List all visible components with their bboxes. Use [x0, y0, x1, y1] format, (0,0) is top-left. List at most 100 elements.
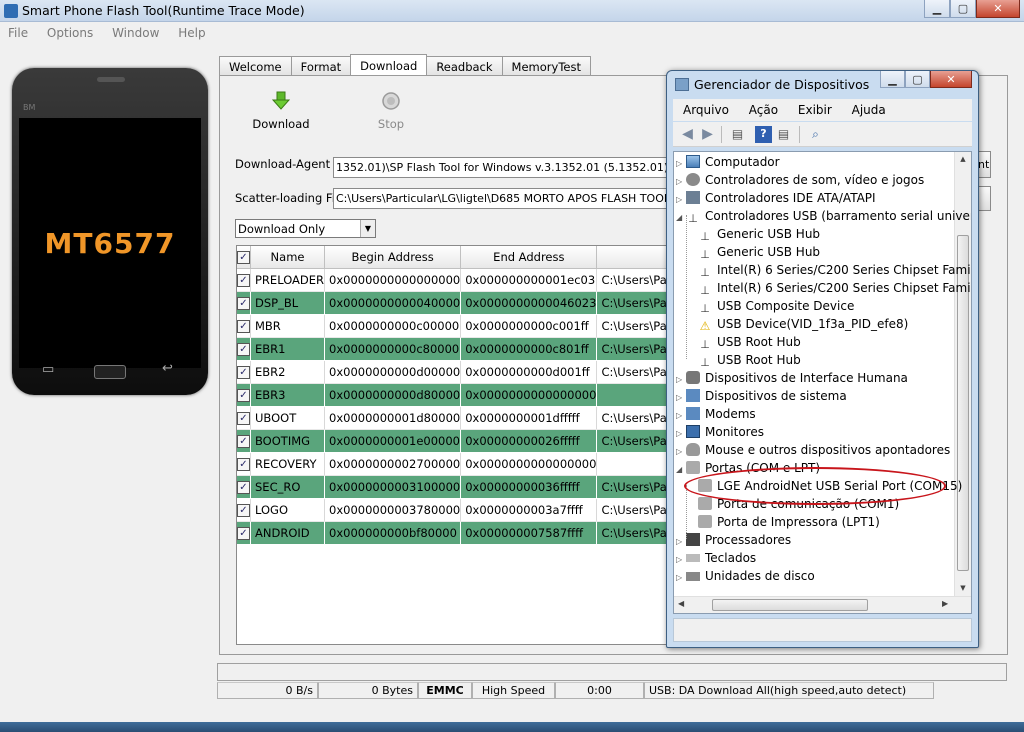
table-row[interactable]: ✓ DSP_BL 0x0000000000040000 0x0000000000046…	[237, 291, 675, 315]
device-tree-item[interactable]: ⊥ Generic USB Hub	[698, 225, 820, 243]
view-icon[interactable]: ▤	[775, 126, 792, 143]
scroll-up-icon[interactable]: ▲	[955, 155, 971, 163]
device-tree-item[interactable]: ▷ Mouse e outros dispositivos apontadores	[676, 441, 950, 459]
file-location[interactable]: C:\Users\Particular	[596, 314, 675, 338]
download-mode-select[interactable]: Download Only ▼	[235, 219, 376, 238]
row-checkbox[interactable]: ✓	[237, 268, 251, 292]
row-checkbox[interactable]: ✓	[237, 406, 251, 430]
menu-help[interactable]: Help	[170, 23, 212, 40]
table-row[interactable]: ✓ UBOOT 0x0000000001d80000 0x0000000001dfff…	[237, 406, 675, 430]
device-tree-item[interactable]: ⊥ USB Root Hub	[698, 333, 801, 351]
file-location[interactable]: C:\Users\Particular	[596, 360, 675, 384]
scroll-left-icon[interactable]: ◀	[678, 599, 684, 608]
table-row[interactable]: ✓ EBR1 0x0000000000c80000 0x0000000000c801f…	[237, 337, 675, 361]
maximize-button[interactable]: ▢	[950, 0, 976, 18]
menu-window[interactable]: Window	[104, 23, 166, 40]
dm-menu-acao[interactable]: Ação	[739, 99, 784, 117]
device-tree-item[interactable]: ▷ Modems	[676, 405, 756, 423]
stop-button[interactable]: Stop	[368, 91, 414, 131]
menu-file[interactable]: File	[0, 23, 35, 40]
device-tree-item[interactable]: ▷ Monitores	[676, 423, 764, 441]
device-tree-item[interactable]: ▷ Controladores de som, vídeo e jogos	[676, 171, 924, 189]
download-agent-field[interactable]: 1352.01)\SP Flash Tool for Windows v.3.1…	[333, 157, 673, 178]
table-row[interactable]: ✓ MBR 0x0000000000c00000 0x0000000000c001ff…	[237, 314, 675, 338]
dm-maximize-button[interactable]: ▢	[905, 71, 930, 88]
close-button[interactable]: ✕	[976, 0, 1020, 18]
row-checkbox[interactable]: ✓	[237, 383, 251, 407]
file-location[interactable]: C:\Users\Particular	[596, 268, 675, 292]
dm-close-button[interactable]: ✕	[930, 71, 972, 88]
table-row[interactable]: ✓ PRELOADER 0x0000000000000000 0x0000000000…	[237, 268, 675, 292]
device-tree-item[interactable]: ▷ Computador	[676, 153, 780, 171]
device-tree-item[interactable]: ⊥ USB Composite Device	[698, 297, 854, 315]
row-checkbox[interactable]: ✓	[237, 429, 251, 453]
device-tree-item[interactable]: ▷ Unidades de disco	[676, 567, 815, 585]
file-location[interactable]	[596, 452, 675, 476]
help-icon[interactable]: ?	[755, 126, 772, 143]
menu-options[interactable]: Options	[39, 23, 100, 40]
tab-format[interactable]: Format	[290, 56, 352, 76]
scatter-file-field[interactable]: C:\Users\Particular\LG\ligtel\D685 MORTO…	[333, 188, 673, 209]
tab-welcome[interactable]: Welcome	[219, 56, 292, 76]
row-checkbox[interactable]: ✓	[237, 521, 251, 545]
dm-menu-exibir[interactable]: Exibir	[788, 99, 838, 117]
dm-menu-ajuda[interactable]: Ajuda	[842, 99, 892, 117]
device-tree-item[interactable]: ◢ ⊥ Controladores USB (barramento serial u…	[676, 207, 971, 227]
properties-icon[interactable]: ▤	[729, 126, 746, 143]
back-arrow-icon[interactable]: ◀	[679, 126, 696, 143]
table-row[interactable]: ✓ SEC_RO 0x0000000003100000 0x00000000036ff…	[237, 475, 675, 499]
device-tree-item[interactable]: ▷ Controladores IDE ATA/ATAPI	[676, 189, 876, 207]
header-location[interactable]	[596, 246, 675, 269]
download-button[interactable]: Download	[250, 91, 312, 131]
header-name[interactable]: Name	[250, 246, 326, 269]
header-check[interactable]: ✓	[237, 246, 251, 269]
horizontal-scrollbar[interactable]: ◀ ▶	[674, 596, 971, 613]
device-tree-item[interactable]: ⊥ USB Root Hub	[698, 351, 801, 369]
row-checkbox[interactable]: ✓	[237, 498, 251, 522]
scan-hardware-icon[interactable]: ⌕	[807, 126, 824, 143]
row-checkbox[interactable]: ✓	[237, 314, 251, 338]
file-location[interactable]: C:\Users\Particular	[596, 521, 675, 545]
file-location[interactable]: C:\Users\Particular	[596, 406, 675, 430]
forward-arrow-icon[interactable]: ▶	[699, 126, 716, 143]
table-row[interactable]: ✓ RECOVERY 0x0000000002700000 0x00000000000…	[237, 452, 675, 476]
device-tree-item[interactable]: Porta de Impressora (LPT1)	[698, 513, 880, 531]
tab-download[interactable]: Download	[350, 54, 428, 76]
scroll-right-icon[interactable]: ▶	[942, 599, 948, 608]
collapse-icon[interactable]: ◢	[676, 461, 686, 479]
expand-icon[interactable]: ▷	[676, 569, 686, 587]
device-tree-item[interactable]: ▷ Dispositivos de Interface Humana	[676, 369, 908, 387]
file-location[interactable]	[596, 383, 675, 407]
table-row[interactable]: ✓ ANDROID 0x000000000bf80000 0x000000007587…	[237, 521, 675, 545]
device-tree-item[interactable]: ⊥ Generic USB Hub	[698, 243, 820, 261]
collapse-icon[interactable]: ◢	[676, 209, 686, 227]
scroll-down-icon[interactable]: ▼	[955, 584, 971, 592]
minimize-button[interactable]: ▁	[924, 0, 950, 18]
row-checkbox[interactable]: ✓	[237, 291, 251, 315]
device-tree-item[interactable]: ▷ Teclados	[676, 549, 756, 567]
row-checkbox[interactable]: ✓	[237, 452, 251, 476]
table-row[interactable]: ✓ EBR2 0x0000000000d00000 0x0000000000d001f…	[237, 360, 675, 384]
table-row[interactable]: ✓ EBR3 0x0000000000d80000 0x000000000000000…	[237, 383, 675, 407]
dm-minimize-button[interactable]: ▁	[880, 71, 905, 88]
row-checkbox[interactable]: ✓	[237, 337, 251, 361]
file-location[interactable]: C:\Users\Particular	[596, 337, 675, 361]
header-begin-address[interactable]: Begin Address	[324, 246, 462, 269]
dm-menu-arquivo[interactable]: Arquivo	[673, 99, 735, 117]
table-row[interactable]: ✓ LOGO 0x0000000003780000 0x0000000003a7fff…	[237, 498, 675, 522]
device-tree-item[interactable]: ⚠ USB Device(VID_1f3a_PID_efe8)	[698, 315, 909, 333]
device-tree-item[interactable]: ▷ Processadores	[676, 531, 791, 549]
file-location[interactable]: C:\Users\Particular	[596, 291, 675, 315]
row-checkbox[interactable]: ✓	[237, 360, 251, 384]
tab-readback[interactable]: Readback	[426, 56, 503, 76]
device-tree-item[interactable]: ▷ Dispositivos de sistema	[676, 387, 847, 405]
device-tree-item[interactable]: ⊥ Intel(R) 6 Series/C200 Series Chipset F…	[698, 279, 971, 297]
tab-memorytest[interactable]: MemoryTest	[501, 56, 591, 76]
file-location[interactable]: C:\Users\Particular	[596, 475, 675, 499]
file-location[interactable]: C:\Users\Particular	[596, 498, 675, 522]
table-row[interactable]: ✓ BOOTIMG 0x0000000001e00000 0x00000000026f…	[237, 429, 675, 453]
file-location[interactable]: C:\Users\Particular	[596, 429, 675, 453]
horizontal-scroll-thumb[interactable]	[712, 599, 868, 611]
header-end-address[interactable]: End Address	[460, 246, 598, 269]
row-checkbox[interactable]: ✓	[237, 475, 251, 499]
